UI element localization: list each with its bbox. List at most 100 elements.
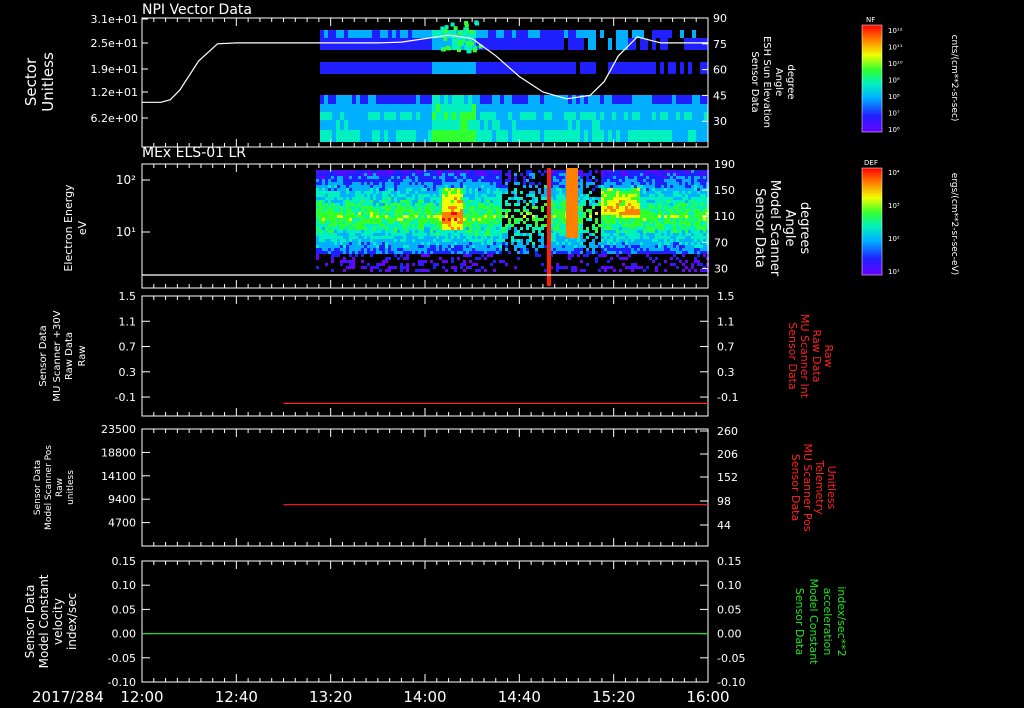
els-cell (622, 176, 625, 179)
els-cell (454, 242, 457, 245)
npi-cell (628, 120, 632, 130)
els-cell (478, 224, 481, 227)
els-cell (637, 266, 640, 269)
els-cell (652, 236, 655, 239)
els-cell (331, 218, 334, 221)
els-cell (574, 239, 577, 242)
els-cell (379, 173, 382, 176)
npi-cell (704, 130, 708, 142)
els-cell (676, 173, 679, 176)
els-cell (394, 182, 397, 185)
npi-cell (524, 30, 528, 38)
els-cell (532, 194, 535, 197)
els-cell (490, 173, 493, 176)
els-cell (493, 173, 496, 176)
els-cell (343, 185, 346, 188)
els-cell (361, 188, 364, 191)
els-cell (493, 245, 496, 248)
els-cell (349, 206, 352, 209)
npi-cell (488, 95, 492, 104)
npi-cell (436, 130, 440, 142)
npi-cell (448, 112, 452, 120)
npi-cell (336, 38, 340, 50)
els-cell (595, 260, 598, 263)
els-cell (415, 206, 418, 209)
els-cell (430, 188, 433, 191)
els-cell (526, 242, 529, 245)
els-cell (397, 227, 400, 230)
els-cell (559, 218, 562, 221)
npi-cell (504, 38, 508, 50)
els-cell (583, 230, 586, 233)
npi-cell (680, 30, 684, 38)
els-cell (334, 188, 337, 191)
els-cell (376, 191, 379, 194)
npi-cell (536, 104, 540, 112)
els-cell (334, 251, 337, 254)
els-cell (505, 248, 508, 251)
els-cell (613, 251, 616, 254)
els-cell (349, 254, 352, 257)
els-cell (601, 266, 604, 269)
els-cell (553, 233, 556, 236)
els-cell (349, 242, 352, 245)
els-cell (409, 206, 412, 209)
els-cell (559, 233, 562, 236)
npi-cell (656, 120, 660, 130)
els-cell (658, 173, 661, 176)
els-cell (496, 185, 499, 188)
els-cell (562, 266, 565, 269)
els-cell (697, 260, 700, 263)
els-cell (436, 197, 439, 200)
els-cell (385, 257, 388, 260)
els-cell (631, 203, 634, 206)
els-cell (562, 245, 565, 248)
els-cell (562, 185, 565, 188)
els-cell (319, 206, 322, 209)
panel2-ylabel-1: Electron Energy (62, 184, 75, 272)
els-cell (388, 203, 391, 206)
els-cell (406, 245, 409, 248)
npi-cell (448, 104, 452, 112)
els-cell (334, 170, 337, 173)
els-cell (478, 206, 481, 209)
els-cell (385, 227, 388, 230)
npi-cell (488, 112, 492, 120)
npi-cell (636, 120, 640, 130)
els-cell (652, 212, 655, 215)
els-cell (565, 245, 568, 248)
els-cell (388, 212, 391, 215)
els-cell (394, 224, 397, 227)
els-cell (559, 188, 562, 191)
els-cell (322, 176, 325, 179)
els-cell (604, 227, 607, 230)
els-cell (673, 233, 676, 236)
els-cell (532, 230, 535, 233)
els-cell (601, 188, 604, 191)
els-cell (337, 230, 340, 233)
els-cell (475, 206, 478, 209)
els-cell (643, 182, 646, 185)
npi-cell (460, 120, 464, 130)
els-cell (673, 239, 676, 242)
els-cell (514, 191, 517, 194)
els-cell (370, 218, 373, 221)
npi-cell (572, 104, 576, 112)
npi-cell (516, 95, 520, 104)
els-cell (472, 197, 475, 200)
els-cell (643, 230, 646, 233)
els-cell (469, 179, 472, 182)
els-cell (487, 245, 490, 248)
els-cell (322, 245, 325, 248)
els-cell (652, 179, 655, 182)
els-cell (376, 170, 379, 173)
npi-cell (632, 130, 636, 142)
npi-cell (636, 104, 640, 112)
els-cell (358, 194, 361, 197)
els-cell (382, 227, 385, 230)
els-cell (514, 221, 517, 224)
els-cell (355, 233, 358, 236)
npi-cell (416, 104, 420, 112)
npi-cell (672, 112, 676, 120)
els-cell (655, 173, 658, 176)
